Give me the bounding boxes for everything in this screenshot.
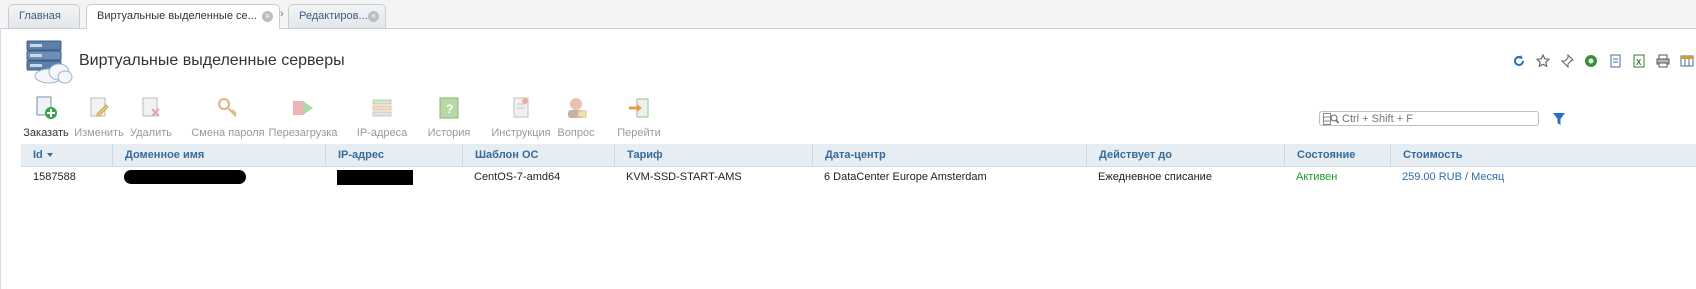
cost-link[interactable]: 259.00 RUB / Месяц	[1390, 167, 1504, 187]
cell-datacenter: 6 DataCenter Europe Amsterdam	[824, 171, 987, 183]
column-header-status-label: Состояние	[1297, 149, 1356, 161]
reboot-label: Перезагрузка	[268, 127, 338, 139]
copy-icon[interactable]	[1606, 52, 1624, 70]
column-header-ip[interactable]: IP-адрес	[325, 144, 462, 166]
change-password-label: Смена пароля	[191, 127, 265, 139]
column-header-ip-label: IP-адрес	[338, 149, 384, 161]
history-icon: ?	[439, 97, 459, 119]
tab-edit[interactable]: Редактиров... ×	[288, 4, 386, 28]
history-button[interactable]: ? История	[409, 96, 489, 139]
column-header-os-label: Шаблон ОС	[475, 149, 539, 161]
network-icon	[372, 99, 392, 117]
star-icon[interactable]	[1534, 52, 1552, 70]
settings-icon[interactable]	[1582, 52, 1600, 70]
close-icon[interactable]: ×	[262, 11, 273, 22]
tab-bar: Главная Виртуальные выделенные се... × ›…	[0, 0, 1696, 29]
edit-document-icon	[90, 97, 109, 117]
reboot-icon	[293, 101, 313, 115]
column-header-tariff-label: Тариф	[627, 149, 663, 161]
column-header-datacenter-label: Дата-центр	[825, 149, 886, 161]
reboot-button[interactable]: Перезагрузка	[263, 96, 343, 139]
table-header: Id Доменное имя IP-адрес Шаблон ОС Тариф…	[21, 144, 1696, 167]
search-field[interactable]	[1319, 111, 1539, 126]
table-icon[interactable]	[1678, 52, 1696, 70]
column-header-valid-until-label: Действует до	[1099, 149, 1172, 161]
delete-label: Удалить	[130, 127, 172, 139]
column-header-status[interactable]: Состояние	[1284, 144, 1390, 166]
cell-tariff: KVM-SSD-START-AMS	[626, 171, 742, 183]
print-icon[interactable]	[1654, 52, 1672, 70]
tab-home-label: Главная	[19, 10, 61, 22]
sort-desc-icon	[46, 153, 53, 158]
column-header-id-label: Id	[33, 149, 43, 161]
key-icon	[218, 98, 237, 117]
refresh-icon[interactable]	[1510, 52, 1528, 70]
column-header-tariff[interactable]: Тариф	[614, 144, 812, 166]
close-icon[interactable]: ×	[368, 11, 379, 22]
redacted-ip	[337, 169, 413, 185]
tab-vps-label: Виртуальные выделенные се...	[97, 10, 257, 22]
go-to-button[interactable]: Перейти	[599, 96, 679, 139]
cell-valid-until: Ежедневное списание	[1098, 171, 1212, 183]
cell-os: CentOS-7-amd64	[474, 171, 561, 183]
tab-edit-label: Редактиров...	[299, 10, 368, 22]
main-content: Виртуальные выделенные серверы X Заказат…	[0, 28, 1696, 289]
history-label: История	[427, 127, 471, 139]
tab-home[interactable]: Главная	[8, 4, 80, 28]
server-cloud-icon	[26, 40, 73, 84]
column-header-cost[interactable]: Стоимость	[1390, 144, 1696, 166]
table-row[interactable]: 1587588 CentOS-7-amd64 KVM-SSD-START-AMS…	[21, 167, 1696, 187]
cell-id: 1587588	[33, 171, 76, 183]
column-header-cost-label: Стоимость	[1403, 149, 1463, 161]
support-icon	[568, 98, 587, 118]
filter-icon[interactable]	[1552, 112, 1566, 126]
svg-text:X: X	[1636, 58, 1642, 67]
status-badge: Активен	[1296, 171, 1338, 183]
excel-icon[interactable]: X	[1630, 52, 1648, 70]
cell-ip	[325, 167, 413, 187]
search-input[interactable]	[1342, 112, 1532, 125]
search-icon	[1323, 113, 1339, 125]
pin-icon[interactable]	[1558, 52, 1576, 70]
change-password-button[interactable]: Смена пароля	[188, 96, 268, 139]
column-header-domain-label: Доменное имя	[125, 149, 205, 161]
redacted-domain	[124, 170, 246, 185]
column-header-os[interactable]: Шаблон ОС	[462, 144, 614, 166]
column-header-id[interactable]: Id	[21, 144, 113, 166]
go-to-icon	[629, 98, 649, 118]
chevron-right-icon: ›	[280, 8, 284, 20]
utility-icons: X	[1510, 52, 1696, 70]
delete-button[interactable]: Удалить	[111, 96, 191, 139]
svg-text:?: ?	[446, 102, 453, 116]
add-document-icon	[36, 96, 57, 119]
page-title: Виртуальные выделенные серверы	[79, 52, 345, 69]
delete-document-icon	[142, 97, 160, 117]
column-header-domain[interactable]: Доменное имя	[112, 144, 325, 166]
column-header-datacenter[interactable]: Дата-центр	[812, 144, 1086, 166]
tab-vps[interactable]: Виртуальные выделенные се... ×	[86, 4, 280, 29]
go-to-label: Перейти	[617, 127, 661, 139]
column-header-valid-until[interactable]: Действует до	[1086, 144, 1284, 166]
instruction-icon	[513, 97, 529, 118]
cell-domain	[112, 167, 246, 187]
